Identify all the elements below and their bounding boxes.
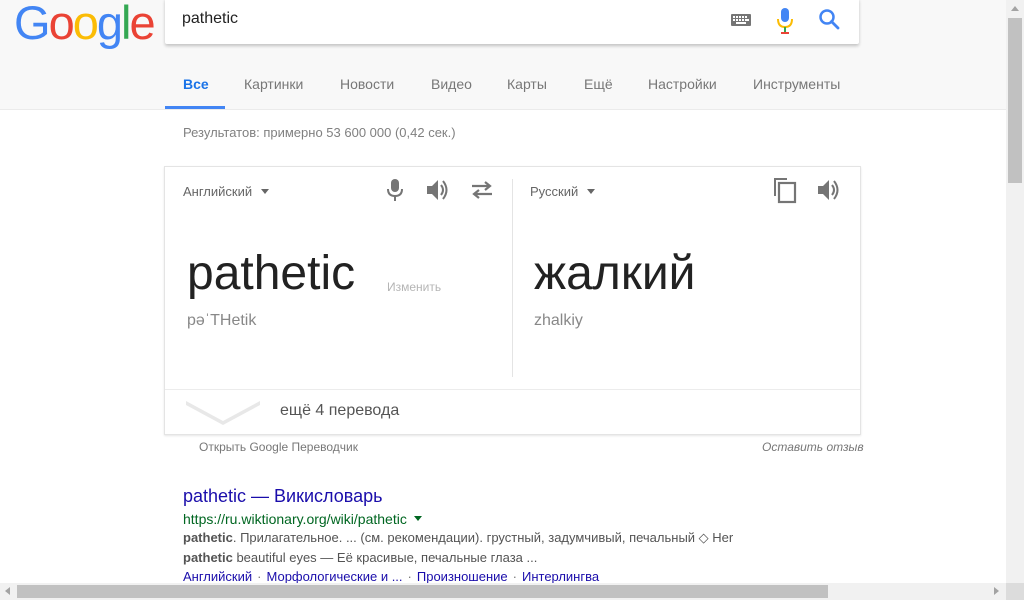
sitelink[interactable]: Английский bbox=[183, 569, 252, 584]
snippet-text: beautiful eyes — Её красивые, печальные … bbox=[232, 550, 538, 565]
result-snippet-line: pathetic beautiful eyes — Её красивые, п… bbox=[183, 550, 537, 565]
google-logo[interactable]: Google bbox=[14, 0, 156, 49]
snippet-bold: pathetic bbox=[183, 550, 233, 565]
tab-settings[interactable]: Настройки bbox=[648, 76, 717, 92]
result-snippet-line: pathetic. Прилагательное. ... (см. реком… bbox=[183, 530, 733, 546]
snippet-bold: pathetic bbox=[183, 530, 233, 545]
sitelink-separator: · bbox=[407, 569, 412, 584]
result-url: https://ru.wiktionary.org/wiki/pathetic bbox=[183, 511, 422, 527]
snippet-text: . Прилагательное. ... (см. рекомендации)… bbox=[232, 530, 734, 545]
url-menu-caret-icon[interactable] bbox=[413, 516, 422, 521]
logo-letter: l bbox=[120, 0, 132, 49]
target-language-select[interactable]: Русский bbox=[530, 184, 596, 199]
logo-letter: e bbox=[129, 0, 155, 49]
horizontal-scroll-thumb[interactable] bbox=[17, 585, 828, 598]
translate-card: Английский Русский pathetic Изменить pəˈ… bbox=[164, 166, 861, 435]
logo-letter: o bbox=[72, 0, 99, 49]
scroll-up-icon[interactable] bbox=[1011, 6, 1019, 11]
target-transliteration: zhalkiy bbox=[534, 312, 583, 329]
sitelink[interactable]: Интерлингва bbox=[522, 569, 599, 584]
sitelink[interactable]: Произношение bbox=[417, 569, 508, 584]
change-button[interactable]: Изменить bbox=[387, 280, 441, 294]
microphone-icon[interactable] bbox=[387, 178, 403, 202]
tab-maps[interactable]: Карты bbox=[507, 76, 547, 92]
tab-all[interactable]: Все bbox=[183, 76, 209, 92]
speaker-icon[interactable] bbox=[817, 179, 841, 201]
speaker-icon[interactable] bbox=[426, 179, 450, 201]
open-google-translate-link[interactable]: Открыть Google Переводчик bbox=[199, 440, 358, 454]
result-stats: Результатов: примерно 53 600 000 (0,42 с… bbox=[183, 125, 456, 140]
result-url-text: https://ru.wiktionary.org/wiki/pathetic bbox=[183, 511, 407, 527]
feedback-link[interactable]: Оставить отзыв bbox=[762, 440, 864, 454]
result-title-link[interactable]: pathetic — Викисловарь bbox=[183, 486, 383, 507]
sitelink[interactable]: Морфологические и ... bbox=[266, 569, 402, 584]
search-input[interactable]: pathetic bbox=[182, 10, 238, 28]
microphone-icon[interactable] bbox=[777, 8, 793, 34]
copy-icon[interactable] bbox=[772, 176, 798, 204]
translated-word: жалкий bbox=[534, 247, 696, 300]
active-tab-indicator bbox=[165, 106, 225, 109]
result-sitelinks: Английский · Морфологические и ... · Произно… bbox=[183, 569, 599, 584]
vertical-scrollbar[interactable] bbox=[1006, 0, 1024, 583]
sitelink-separator: · bbox=[512, 569, 517, 584]
vertical-scroll-thumb[interactable] bbox=[1008, 18, 1022, 183]
chevron-down-icon[interactable] bbox=[186, 399, 260, 425]
tab-tools[interactable]: Инструменты bbox=[753, 76, 840, 92]
sitelink-separator: · bbox=[257, 569, 262, 584]
target-language-label: Русский bbox=[530, 184, 579, 199]
caret-down-icon bbox=[587, 189, 596, 194]
keyboard-icon[interactable] bbox=[731, 14, 751, 26]
scroll-left-icon[interactable] bbox=[5, 587, 10, 595]
logo-letter: o bbox=[48, 0, 75, 49]
tab-more[interactable]: Ещё bbox=[584, 76, 613, 92]
source-word: pathetic bbox=[187, 247, 356, 300]
horizontal-scrollbar[interactable] bbox=[0, 583, 1006, 600]
swap-icon[interactable] bbox=[470, 180, 494, 200]
logo-letter: g bbox=[96, 0, 123, 49]
scrollbar-corner bbox=[1006, 583, 1024, 600]
caret-down-icon bbox=[261, 189, 270, 194]
source-language-label: Английский bbox=[183, 184, 253, 199]
more-translations-button[interactable]: ещё 4 перевода bbox=[280, 402, 399, 420]
logo-letter: G bbox=[14, 0, 51, 49]
search-box[interactable]: pathetic bbox=[165, 0, 859, 44]
source-transliteration: pəˈTHetik bbox=[187, 312, 257, 329]
source-language-select[interactable]: Английский bbox=[183, 184, 270, 199]
tab-video[interactable]: Видео bbox=[431, 76, 472, 92]
tab-news[interactable]: Новости bbox=[340, 76, 394, 92]
scroll-right-icon[interactable] bbox=[994, 587, 999, 595]
card-divider bbox=[165, 389, 860, 390]
tab-images[interactable]: Картинки bbox=[244, 76, 303, 92]
column-divider bbox=[512, 179, 513, 377]
search-icon[interactable] bbox=[818, 8, 840, 30]
